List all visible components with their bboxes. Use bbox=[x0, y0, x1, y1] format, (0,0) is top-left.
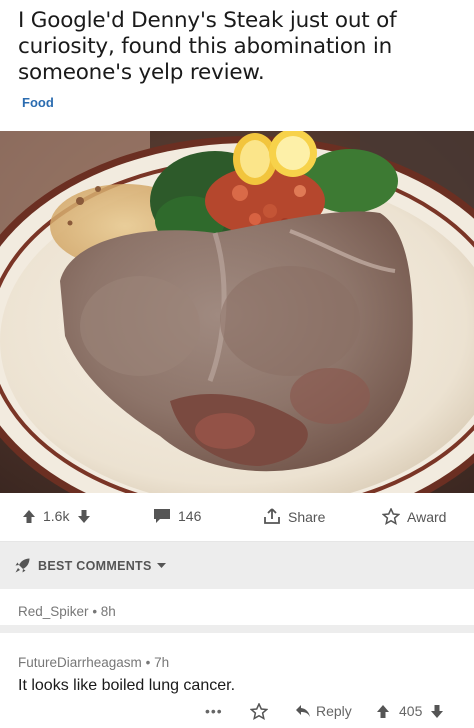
downvote-icon[interactable] bbox=[77, 509, 91, 524]
comment-actions: ••• Reply 405 bbox=[0, 703, 474, 725]
award-button[interactable]: Award bbox=[382, 508, 446, 525]
comments-button[interactable]: 146 bbox=[153, 508, 201, 524]
award-icon bbox=[250, 703, 268, 720]
rocket-icon bbox=[15, 558, 30, 573]
comment-item[interactable]: Red_Spiker • 8h bbox=[0, 589, 474, 633]
vote-count: 1.6k bbox=[43, 508, 70, 524]
award-label: Award bbox=[407, 508, 447, 525]
comment-age: 8h bbox=[100, 604, 116, 619]
comment-meta: Red_Spiker • 8h bbox=[18, 604, 116, 619]
comment-meta: FutureDiarrheagasm • 7h bbox=[18, 655, 169, 670]
chevron-down-icon bbox=[156, 562, 166, 568]
comment-sort-bar: BEST COMMENTS bbox=[0, 542, 474, 589]
post-header: I Google'd Denny's Steak just out of cur… bbox=[0, 0, 474, 131]
reply-button[interactable]: Reply bbox=[295, 703, 352, 719]
upvote-icon[interactable] bbox=[376, 704, 390, 719]
share-label: Share bbox=[288, 508, 326, 525]
award-button[interactable] bbox=[250, 703, 268, 720]
sort-dropdown[interactable]: BEST COMMENTS bbox=[14, 557, 167, 574]
post-title[interactable]: I Google'd Denny's Steak just out of cur… bbox=[18, 8, 458, 86]
comment-score: 405 bbox=[399, 703, 423, 719]
reply-icon bbox=[296, 705, 310, 717]
post-image[interactable] bbox=[0, 131, 474, 493]
meta-separator: • bbox=[92, 604, 101, 619]
share-icon bbox=[264, 508, 280, 524]
downvote-icon[interactable] bbox=[430, 704, 444, 719]
comment-author[interactable]: FutureDiarrheagasm bbox=[18, 655, 142, 670]
flair-badge[interactable]: Food bbox=[22, 95, 54, 110]
comment-icon bbox=[154, 509, 170, 523]
award-icon bbox=[382, 508, 400, 525]
comment-count: 146 bbox=[178, 508, 202, 524]
vote-group: 1.6k bbox=[22, 508, 91, 524]
meta-separator: • bbox=[145, 655, 155, 670]
comment-vote-group: 405 bbox=[376, 703, 444, 719]
reply-label: Reply bbox=[316, 703, 352, 719]
share-button[interactable]: Share bbox=[263, 508, 325, 525]
steak-photo bbox=[0, 131, 474, 493]
comment-body: It looks like boiled lung cancer. bbox=[18, 677, 236, 694]
comment-item[interactable]: FutureDiarrheagasm • 7h It looks like bo… bbox=[0, 641, 474, 728]
comment-age: 7h bbox=[154, 655, 170, 670]
sort-label: BEST COMMENTS bbox=[38, 558, 152, 573]
post-action-bar: 1.6k 146 Share Award bbox=[0, 493, 474, 542]
comment-author[interactable]: Red_Spiker bbox=[18, 604, 89, 619]
upvote-icon[interactable] bbox=[22, 509, 36, 524]
more-options-button[interactable]: ••• bbox=[205, 703, 223, 719]
